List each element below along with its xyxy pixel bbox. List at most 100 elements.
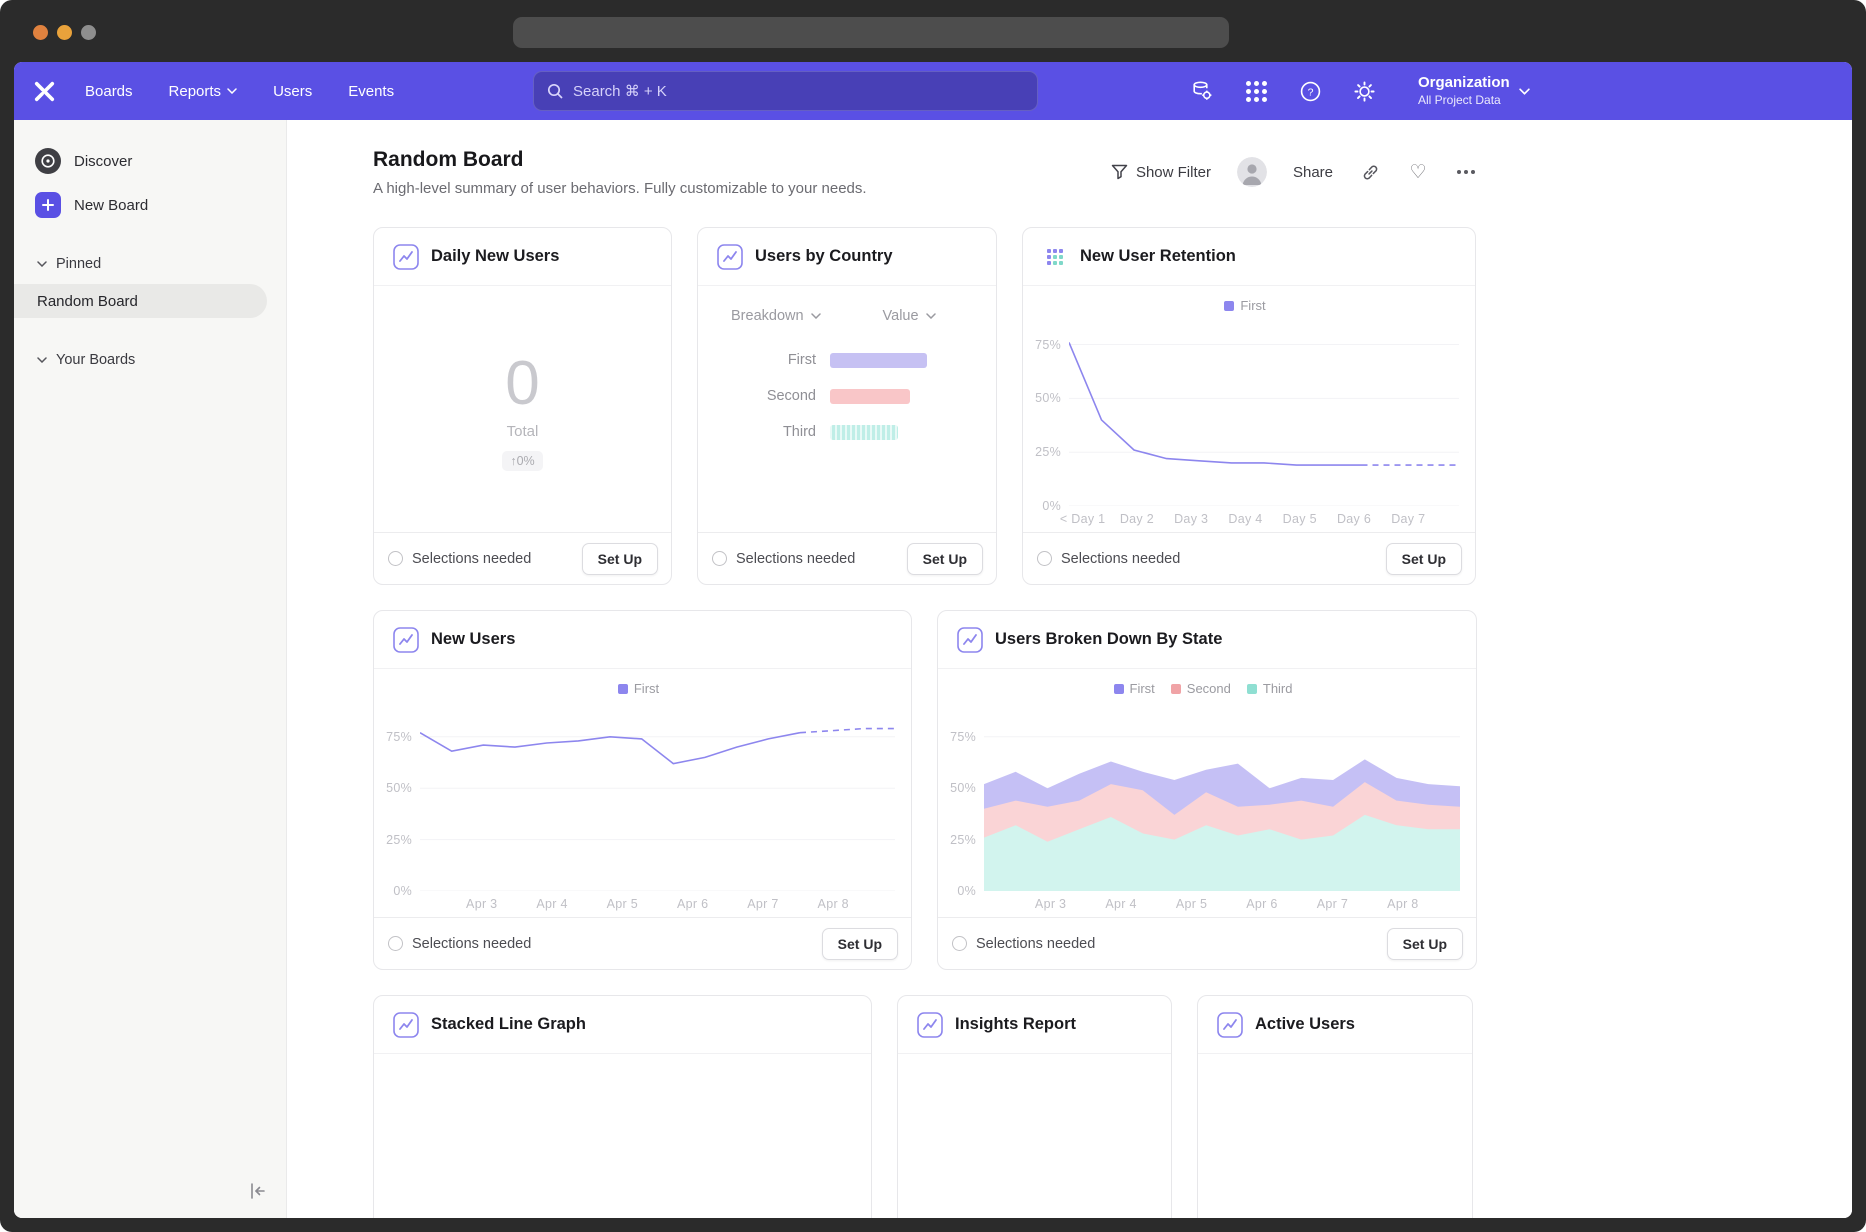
nav-item-events[interactable]: Events: [348, 83, 394, 100]
set-up-button[interactable]: Set Up: [1386, 543, 1462, 575]
axis-tick: Apr 5: [1176, 897, 1207, 911]
chart-plot: [1069, 323, 1459, 506]
org-switcher[interactable]: Organization All Project Data: [1418, 74, 1530, 108]
state-area-chart: FirstSecondThird 75%50%25%0% Apr 3Apr 4A…: [938, 669, 1476, 917]
mixpanel-logo-icon[interactable]: [32, 79, 57, 104]
status-radio-icon: [952, 936, 967, 951]
copy-link-icon[interactable]: [1359, 161, 1381, 183]
axis-tick: Day 2: [1120, 512, 1154, 526]
gear-icon[interactable]: [1352, 79, 1376, 103]
nav-label: Events: [348, 83, 394, 100]
top-nav: Boards Reports Users Events: [14, 62, 1852, 120]
search-input[interactable]: [573, 83, 1024, 100]
app-window: Boards Reports Users Events: [14, 62, 1852, 1218]
sidebar-collapse-button[interactable]: [248, 1181, 268, 1204]
breakdown-controls: Breakdown Value: [698, 286, 996, 324]
sidebar-item-random-board[interactable]: Random Board: [14, 284, 267, 318]
cards-grid: Daily New Users 0 Total ↑0% Selections n…: [373, 227, 1477, 1218]
org-scope: All Project Data: [1418, 93, 1510, 108]
active-users-icon: [1217, 1012, 1243, 1038]
breakdown-dropdown[interactable]: Breakdown: [731, 308, 821, 324]
status-radio-icon: [712, 551, 727, 566]
nav-label: Boards: [85, 83, 133, 100]
axis-tick: Apr 3: [466, 897, 497, 911]
zoom-button[interactable]: [81, 25, 96, 40]
chevron-down-icon: [1519, 88, 1530, 95]
status-radio-icon: [388, 551, 403, 566]
card-daily-new-users: Daily New Users 0 Total ↑0% Selections n…: [373, 227, 672, 585]
nav-item-boards[interactable]: Boards: [85, 83, 133, 100]
favorite-heart-icon[interactable]: ♡: [1407, 161, 1429, 183]
nav-item-reports[interactable]: Reports: [169, 83, 238, 100]
nav-label: Reports: [169, 83, 222, 100]
status-radio-icon: [1037, 551, 1052, 566]
search-icon: [547, 83, 564, 100]
minimize-button[interactable]: [57, 25, 72, 40]
search-bar[interactable]: [533, 71, 1038, 111]
card-title: Active Users: [1255, 1015, 1355, 1034]
axis-tick: 25%: [950, 833, 976, 847]
legend-item: First: [618, 681, 659, 696]
board-content: Random Board A high-level summary of use…: [288, 120, 1852, 1218]
window-titlebar: [0, 0, 1866, 62]
line-chart-icon: [393, 244, 419, 270]
axis-tick: Apr 7: [747, 897, 778, 911]
card-title: Users by Country: [755, 247, 893, 266]
chevron-down-icon: [37, 357, 47, 363]
axis-tick: Day 5: [1283, 512, 1317, 526]
sidebar-section-your-boards[interactable]: Your Boards: [14, 348, 286, 372]
set-up-button[interactable]: Set Up: [907, 543, 983, 575]
set-up-button[interactable]: Set Up: [822, 928, 898, 960]
new-users-chart: First 75%50%25%0% Apr 3Apr 4Apr 5Apr 6Ap…: [374, 669, 911, 917]
sidebar-item-label: New Board: [74, 197, 148, 214]
axis-tick: 50%: [950, 781, 976, 795]
chevron-down-icon: [926, 313, 936, 319]
status-text: Selections needed: [736, 551, 855, 567]
apps-grid-icon[interactable]: [1244, 79, 1268, 103]
set-up-button[interactable]: Set Up: [1387, 928, 1463, 960]
axis-tick: Apr 6: [677, 897, 708, 911]
bar-label: Third: [698, 424, 830, 440]
chart-plot: [984, 706, 1460, 891]
card-active-users: Active Users: [1197, 995, 1473, 1218]
y-axis: 75%50%25%0%: [946, 706, 984, 891]
card-insights-report: Insights Report: [897, 995, 1172, 1218]
set-up-button[interactable]: Set Up: [582, 543, 658, 575]
collapse-left-icon: [248, 1181, 268, 1201]
avatar[interactable]: [1237, 157, 1267, 187]
more-options-icon[interactable]: [1455, 161, 1477, 183]
nav-item-users[interactable]: Users: [273, 83, 312, 100]
chevron-down-icon: [37, 261, 47, 267]
data-management-icon[interactable]: [1190, 79, 1214, 103]
help-icon[interactable]: ?: [1298, 79, 1322, 103]
sidebar-item-new-board[interactable]: New Board: [14, 188, 286, 222]
traffic-lights: [33, 25, 96, 40]
value-dropdown[interactable]: Value: [883, 308, 936, 324]
show-filter-button[interactable]: Show Filter: [1111, 164, 1211, 181]
dropdown-label: Breakdown: [731, 308, 804, 324]
sidebar-item-discover[interactable]: Discover: [14, 144, 286, 178]
axis-tick: 25%: [1035, 445, 1061, 459]
line-chart-icon: [717, 244, 743, 270]
board-header: Random Board A high-level summary of use…: [373, 148, 1477, 197]
filter-funnel-icon: [1111, 164, 1128, 180]
country-bar-row: Third: [698, 424, 996, 440]
insights-report-icon: [917, 1012, 943, 1038]
axis-tick: Day 3: [1174, 512, 1208, 526]
axis-tick: 75%: [950, 730, 976, 744]
axis-tick: Apr 8: [818, 897, 849, 911]
sidebar-section-pinned[interactable]: Pinned: [14, 252, 286, 276]
sidebar: Discover New Board Pinned Random Board Y…: [14, 120, 287, 1218]
card-title: Stacked Line Graph: [431, 1015, 586, 1034]
bar: [830, 389, 910, 404]
chart-plot: [420, 706, 895, 891]
share-button[interactable]: Share: [1293, 164, 1333, 181]
x-axis: Apr 3Apr 4Apr 5Apr 6Apr 7Apr 8: [984, 891, 1460, 911]
axis-tick: Apr 4: [536, 897, 567, 911]
share-label: Share: [1293, 164, 1333, 181]
close-button[interactable]: [33, 25, 48, 40]
bar-label: First: [698, 352, 830, 368]
line-chart-icon: [393, 1012, 419, 1038]
nav-items: Boards Reports Users Events: [85, 83, 394, 100]
browser-address-bar[interactable]: [513, 17, 1229, 48]
